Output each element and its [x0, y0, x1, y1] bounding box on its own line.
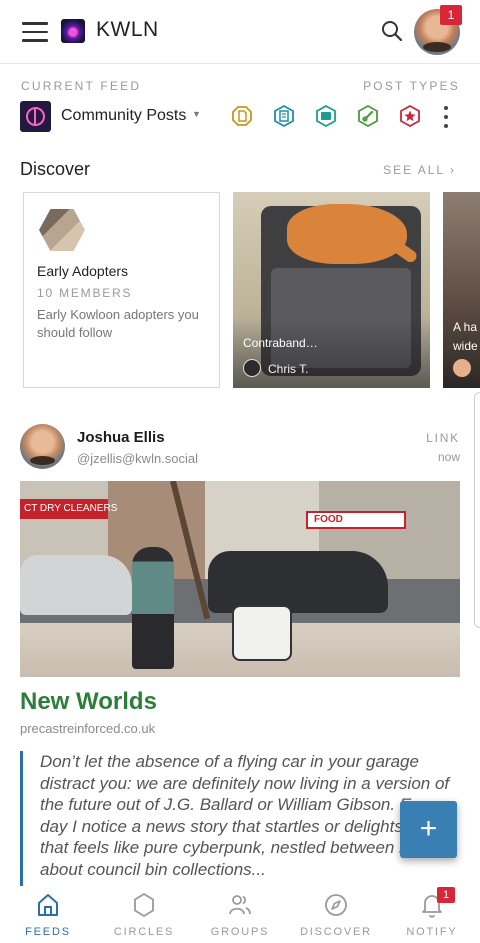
- image-shade: [233, 318, 430, 388]
- chevron-right-icon: ›: [450, 163, 456, 177]
- hexagon-icon: [134, 893, 154, 917]
- app-title: KWLN: [96, 18, 159, 41]
- car-image: [20, 555, 132, 615]
- group-member-count: 10 MEMBERS: [37, 286, 133, 300]
- avatar: [243, 359, 261, 377]
- bottom-navigation: FEEDS CIRCLES GROUPS DISCOVER 1 NOTIFY: [0, 886, 480, 943]
- nav-feeds[interactable]: FEEDS: [0, 886, 96, 943]
- post-excerpt-text: Don’t let the absence of a flying car in…: [40, 752, 453, 879]
- nav-label: GROUPS: [210, 926, 270, 938]
- home-icon: [38, 894, 58, 916]
- nav-notify[interactable]: 1 NOTIFY: [384, 886, 480, 943]
- shop-sign: FOOD: [306, 511, 406, 529]
- discover-card-partial[interactable]: A ha wide: [443, 192, 480, 388]
- cat-image: [287, 204, 407, 264]
- app-logo[interactable]: [61, 19, 85, 43]
- post-types-label: POST TYPES: [363, 79, 460, 93]
- post-domain[interactable]: precastreinforced.co.uk: [20, 721, 155, 736]
- users-icon: [229, 895, 251, 915]
- post-timestamp: now: [437, 450, 460, 464]
- discover-post-card[interactable]: Contraband… Chris T.: [233, 192, 430, 388]
- group-name: Early Adopters: [37, 263, 129, 279]
- nav-circles[interactable]: CIRCLES: [96, 886, 192, 943]
- notify-badge: 1: [437, 887, 455, 903]
- post-author-name[interactable]: Joshua Ellis: [77, 429, 165, 446]
- feed-selector-row: CURRENT FEED POST TYPES Community Posts …: [0, 64, 480, 148]
- avatar: [453, 359, 471, 377]
- see-all-link[interactable]: SEE ALL ›: [383, 163, 456, 177]
- card-caption: Contraband…: [243, 336, 318, 350]
- top-app-bar: KWLN 1: [0, 0, 480, 64]
- discover-title: Discover: [20, 159, 91, 179]
- post-excerpt: Don’t let the absence of a flying car in…: [20, 751, 460, 887]
- nav-label: CIRCLES: [113, 926, 175, 938]
- post-title[interactable]: New Worlds: [20, 688, 157, 716]
- post-type-label: LINK: [426, 431, 460, 445]
- card-caption-line: wide: [453, 339, 478, 353]
- group-description: Early Kowloon adopters you should follow: [37, 307, 199, 340]
- current-feed-label: CURRENT FEED: [21, 79, 142, 93]
- nav-groups[interactable]: GROUPS: [192, 886, 288, 943]
- new-post-button[interactable]: +: [400, 801, 457, 858]
- card-caption: A ha wide: [453, 318, 480, 356]
- more-options-icon[interactable]: [444, 104, 450, 128]
- delivery-robot-image: [232, 605, 292, 661]
- nav-label: FEEDS: [25, 926, 71, 938]
- chevron-down-icon[interactable]: ▼: [192, 109, 201, 119]
- hamburger-menu-icon[interactable]: [22, 19, 48, 43]
- post-author-handle: @jzellis@kwln.social: [77, 451, 199, 466]
- feed-icon[interactable]: [20, 101, 51, 132]
- shop-sign: CT DRY CLEANERS: [20, 499, 117, 519]
- article-icon[interactable]: [231, 105, 253, 127]
- nav-label: NOTIFY: [406, 926, 458, 938]
- see-all-label: SEE ALL: [383, 163, 445, 177]
- current-feed-name[interactable]: Community Posts: [61, 107, 186, 125]
- post-author-avatar[interactable]: [20, 424, 65, 469]
- nav-label: DISCOVER: [300, 926, 372, 938]
- person-image: [132, 547, 174, 669]
- document-icon[interactable]: [273, 105, 295, 127]
- card-caption-line: A ha: [453, 320, 478, 334]
- scroll-edge-handle[interactable]: [474, 392, 480, 628]
- search-icon[interactable]: [381, 20, 403, 42]
- card-author: Chris T.: [268, 362, 309, 376]
- link-icon[interactable]: [357, 105, 379, 127]
- post-link-image[interactable]: CT DRY CLEANERS FOOD: [20, 481, 460, 677]
- nav-discover[interactable]: DISCOVER: [288, 886, 384, 943]
- compass-icon: [325, 894, 347, 916]
- notification-badge: 1: [440, 5, 462, 25]
- group-avatar: [39, 209, 85, 251]
- discover-group-card[interactable]: Early Adopters 10 MEMBERS Early Kowloon …: [23, 192, 220, 388]
- car-image: [208, 551, 388, 613]
- media-icon[interactable]: [315, 105, 337, 127]
- star-icon[interactable]: [399, 105, 421, 127]
